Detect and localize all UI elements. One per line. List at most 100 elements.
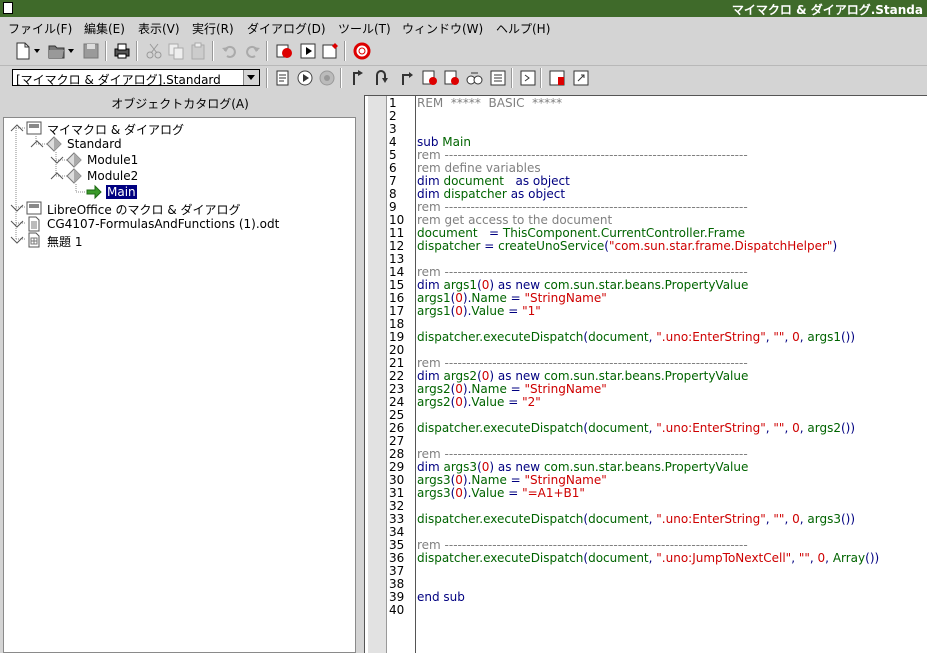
- separator: [212, 41, 214, 61]
- new-document-icon[interactable]: [14, 42, 32, 60]
- collapsed-chevron-icon[interactable]: [49, 152, 65, 168]
- breakpoint-margin[interactable]: [368, 96, 387, 653]
- code-token: args3: [417, 486, 451, 500]
- menu-edit[interactable]: 編集(E): [84, 20, 125, 37]
- code-token: rem ------------------------------------…: [417, 200, 748, 214]
- menu-file[interactable]: ファイル(F): [8, 20, 72, 37]
- find-parentheses-icon[interactable]: [519, 69, 537, 87]
- code-token: ".uno:EnterString": [656, 512, 766, 526]
- code-token: "": [773, 330, 785, 344]
- code-token: =: [506, 473, 525, 487]
- code-token: document: [417, 226, 478, 240]
- module-icon: [66, 168, 82, 184]
- code-token: "com.sun.star.frame.DispatchHelper": [608, 239, 833, 253]
- menu-window[interactable]: ウィンドウ(W): [402, 20, 483, 37]
- paste-icon[interactable]: [189, 42, 207, 60]
- code-token: 0: [455, 395, 463, 409]
- code-token: rem ------------------------------------…: [417, 447, 748, 461]
- code-token: args3: [443, 460, 478, 474]
- macro-arrow-icon: [86, 184, 102, 200]
- code-token: ".uno:JumpToNextCell": [656, 551, 792, 565]
- tree-item-label: Module2: [87, 169, 139, 183]
- separator: [511, 68, 513, 88]
- menu-view[interactable]: 表示(V): [138, 20, 180, 37]
- run-icon[interactable]: [296, 69, 314, 87]
- print-icon[interactable]: [113, 42, 131, 60]
- window-title: マイマクロ & ダイアログ.Standa: [731, 3, 923, 17]
- menu-tools[interactable]: ツール(T): [338, 20, 391, 37]
- open-folder-icon[interactable]: [48, 42, 66, 60]
- code-token: ()): [840, 512, 856, 526]
- code-line: args3(0).Value = "=A1+B1": [417, 487, 585, 500]
- object-catalog-icon[interactable]: [489, 69, 507, 87]
- panel-splitter[interactable]: [356, 95, 364, 653]
- code-token: dispatcher: [443, 187, 507, 201]
- run-dialog-icon[interactable]: [299, 42, 317, 60]
- library-select[interactable]: [マイマクロ & ダイアログ].Standard: [12, 69, 260, 87]
- module-icon: [66, 152, 82, 168]
- redo-icon[interactable]: [243, 42, 261, 60]
- watch-icon[interactable]: [465, 69, 483, 87]
- code-token: =: [477, 226, 503, 240]
- help-icon[interactable]: [353, 42, 371, 60]
- step-over-icon[interactable]: [373, 69, 391, 87]
- code-token: ,: [784, 512, 793, 526]
- code-token: args3: [807, 512, 841, 526]
- collapsed-chevron-icon[interactable]: [9, 200, 25, 216]
- step-out-icon[interactable]: [397, 69, 415, 87]
- code-line: dispatcher.executeDispatch(document, ".u…: [417, 422, 855, 435]
- line-number-gutter: 1 2 3 4 5 6 7 8 9 10 11 12 13 14 15 16 17 18 19 20 21 22 23 24 2…: [386, 96, 416, 653]
- expanded-chevron-icon[interactable]: [49, 168, 65, 184]
- code-token: Value: [471, 486, 505, 500]
- menu-run[interactable]: 実行(R): [192, 20, 234, 37]
- menu-help[interactable]: ヘルプ(H): [496, 20, 550, 37]
- code-token: "StringName": [524, 291, 607, 305]
- code-token: "": [798, 551, 810, 565]
- collapsed-chevron-icon[interactable]: [9, 232, 25, 248]
- macro-toolbar: [マイマクロ & ダイアログ].Standard: [0, 66, 927, 90]
- open-dropdown-icon[interactable]: [68, 48, 74, 54]
- code-token: dispatcher.executeDispatch: [417, 551, 584, 565]
- code-token: as new: [494, 278, 544, 292]
- code-token: ".uno:EnterString": [656, 421, 766, 435]
- code-token: document: [588, 512, 649, 526]
- menu-dialog[interactable]: ダイアログ(D): [247, 20, 326, 37]
- new-dropdown-icon[interactable]: [34, 48, 40, 54]
- export-basic-icon[interactable]: [572, 69, 590, 87]
- expanded-chevron-icon[interactable]: [29, 136, 45, 152]
- code-token: Name: [471, 473, 507, 487]
- code-line: dispatcher.executeDispatch(document, ".u…: [417, 552, 879, 565]
- manage-breakpoints-icon[interactable]: [443, 69, 461, 87]
- code-token: rem ------------------------------------…: [417, 356, 748, 370]
- code-line: end sub: [417, 591, 465, 604]
- code-token: args1: [443, 278, 478, 292]
- code-editor[interactable]: REM ***** BASIC ***** sub Main rem -------…: [417, 96, 927, 653]
- cut-icon[interactable]: [145, 42, 163, 60]
- undo-icon[interactable]: [221, 42, 239, 60]
- save-icon[interactable]: [82, 42, 100, 60]
- breakpoint-icon[interactable]: [421, 69, 439, 87]
- insert-source-icon[interactable]: [275, 42, 293, 60]
- chevron-down-icon[interactable]: [243, 70, 259, 85]
- import-basic-icon[interactable]: [548, 69, 566, 87]
- code-token: 0: [792, 421, 800, 435]
- code-token: Array: [832, 551, 866, 565]
- compile-icon[interactable]: [274, 69, 292, 87]
- code-token: "": [773, 421, 785, 435]
- tree-item-label: LibreOffice のマクロ & ダイアログ: [47, 203, 241, 217]
- macros-dialog-icon[interactable]: [321, 42, 339, 60]
- code-token: args2: [807, 421, 841, 435]
- code-token: "1": [522, 304, 541, 318]
- code-token: ,: [809, 551, 818, 565]
- object-catalog-title: オブジェクトカタログ(A): [111, 97, 249, 111]
- separator: [540, 68, 542, 88]
- step-into-icon[interactable]: [348, 69, 366, 87]
- stop-icon[interactable]: [318, 69, 336, 87]
- code-token: ()): [840, 421, 856, 435]
- code-token: com.sun.star.beans.PropertyValue: [543, 460, 749, 474]
- collapsed-chevron-icon[interactable]: [9, 216, 25, 232]
- expanded-chevron-icon[interactable]: [9, 120, 25, 136]
- tree-item-label: Module1: [87, 153, 139, 167]
- code-token: dim: [417, 187, 444, 201]
- copy-icon[interactable]: [167, 42, 185, 60]
